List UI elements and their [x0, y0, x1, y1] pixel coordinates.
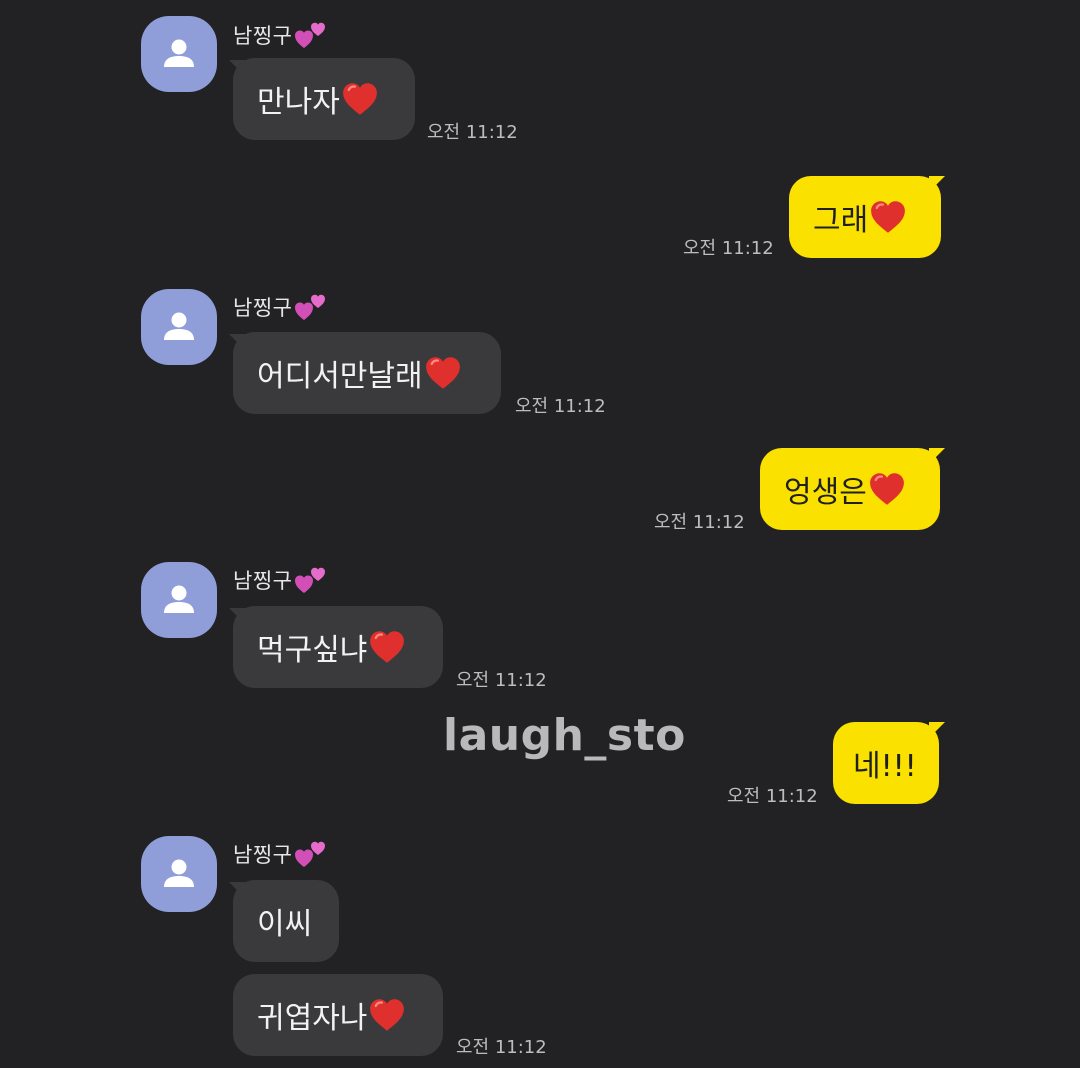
message-time: 오전 11:12	[456, 1037, 547, 1058]
message-text: 어디서만날래	[257, 359, 423, 394]
message-bubble-incoming[interactable]: 어디서만날래	[233, 332, 501, 414]
message-time: 오전 11:12	[683, 238, 774, 259]
heart-icon	[425, 356, 461, 390]
message-text: 엉생은	[784, 475, 867, 510]
bubble-tail	[929, 722, 945, 738]
person-icon	[159, 580, 199, 620]
heart-icon	[369, 998, 405, 1032]
heart-icon	[869, 472, 905, 506]
message-time: 오전 11:12	[727, 786, 818, 807]
heart-icon	[342, 82, 378, 116]
sender-name-text: 남찡구	[233, 24, 293, 48]
sender-name: 남찡구	[233, 837, 328, 871]
message-text: 먹구싶냐	[257, 633, 368, 668]
message-bubble-outgoing[interactable]: 그래	[789, 176, 941, 258]
avatar[interactable]	[141, 289, 217, 365]
person-icon	[159, 34, 199, 74]
heart-icon	[369, 630, 405, 664]
message-bubble-incoming[interactable]: 만나자	[233, 58, 415, 140]
sender-name-text: 남찡구	[233, 843, 293, 867]
bubble-tail	[929, 448, 945, 464]
watermark: laugh_sto	[443, 710, 686, 761]
avatar[interactable]	[141, 562, 217, 638]
heart-icon	[870, 200, 906, 234]
person-icon	[159, 854, 199, 894]
message-time: 오전 11:12	[515, 396, 606, 417]
message-time: 오전 11:12	[654, 512, 745, 533]
message-text: 귀엽자나	[257, 1001, 368, 1036]
message-bubble-incoming[interactable]: 귀엽자나	[233, 974, 443, 1056]
message-time: 오전 11:12	[427, 122, 518, 143]
two-hearts-icon	[294, 839, 328, 869]
sender-name: 남찡구	[233, 18, 328, 52]
message-text: 이씨	[257, 907, 313, 942]
message-bubble-outgoing[interactable]: 네!!!	[833, 722, 939, 804]
message-text: 그래	[813, 203, 869, 238]
avatar[interactable]	[141, 16, 217, 92]
message-text: 네!!!	[853, 749, 917, 784]
message-bubble-incoming[interactable]: 먹구싶냐	[233, 606, 443, 688]
message-bubble-outgoing[interactable]: 엉생은	[760, 448, 940, 530]
sender-name: 남찡구	[233, 290, 328, 324]
sender-name-text: 남찡구	[233, 569, 293, 593]
bubble-tail	[929, 176, 945, 192]
sender-name: 남찡구	[233, 563, 328, 597]
message-time: 오전 11:12	[456, 670, 547, 691]
message-text: 만나자	[257, 85, 340, 120]
sender-name-text: 남찡구	[233, 296, 293, 320]
two-hearts-icon	[294, 565, 328, 595]
avatar[interactable]	[141, 836, 217, 912]
two-hearts-icon	[294, 292, 328, 322]
person-icon	[159, 307, 199, 347]
message-bubble-incoming[interactable]: 이씨	[233, 880, 339, 962]
two-hearts-icon	[294, 20, 328, 50]
